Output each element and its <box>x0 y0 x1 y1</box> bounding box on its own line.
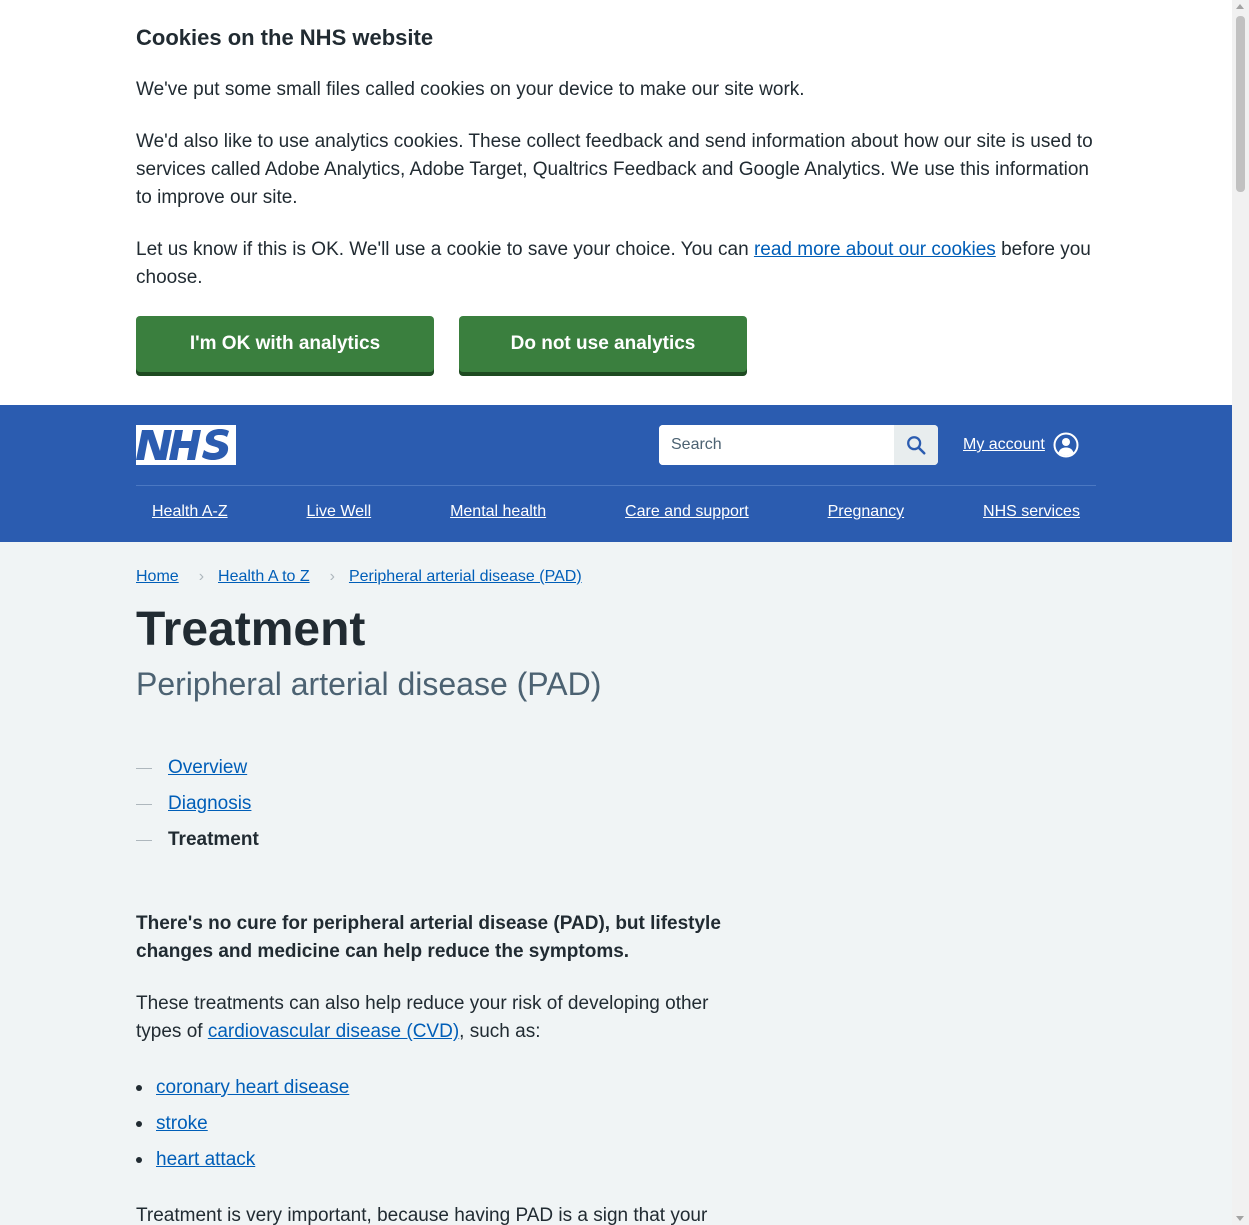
nav-mental-health[interactable]: Mental health <box>450 503 546 521</box>
importance-paragraph: Treatment is very important, because hav… <box>136 1205 708 1225</box>
cvd-list: coronary heart disease stroke heart atta… <box>136 1070 1232 1178</box>
stroke-link[interactable]: stroke <box>156 1113 208 1135</box>
cookie-banner: Cookies on the NHS website We've put som… <box>0 0 1232 410</box>
cvd-link[interactable]: cardiovascular disease (CVD) <box>208 1021 459 1042</box>
chevron-right-icon: › <box>198 568 205 585</box>
search-input[interactable] <box>659 425 894 465</box>
treatments-paragraph: These treatments can also help reduce yo… <box>136 993 709 1042</box>
nav-live-well[interactable]: Live Well <box>307 503 372 521</box>
nhs-logo-icon <box>136 425 236 465</box>
my-account-link[interactable]: My account <box>963 432 1079 458</box>
site-header: My account Health A-Z Live Well Mental h… <box>0 405 1232 542</box>
nav-pregnancy[interactable]: Pregnancy <box>828 503 905 521</box>
bullet-icon <box>136 1085 142 1091</box>
accept-analytics-cookies-button[interactable]: I'm OK with analytics cookies <box>136 316 434 410</box>
heart-attack-link[interactable]: heart attack <box>156 1149 255 1171</box>
cookie-buttons: I'm OK with analytics cookies Do not use… <box>136 316 1232 410</box>
page-title: Treatment <box>136 603 366 656</box>
contents-item: Diagnosis <box>136 786 1232 822</box>
cookie-banner-text-2: We'd also like to use analytics cookies.… <box>136 131 1093 208</box>
breadcrumb: Home › Health A to Z › Peripheral arteri… <box>136 566 1232 588</box>
breadcrumb-health-a-to-z[interactable]: Health A to Z <box>218 568 310 586</box>
nav-care-and-support[interactable]: Care and support <box>625 503 749 521</box>
chevron-right-icon: › <box>329 568 335 585</box>
lead-paragraph: There's no cure for peripheral arterial … <box>136 913 721 962</box>
scroll-up-icon[interactable] <box>1236 4 1244 9</box>
main-content: Home › Health A to Z › Peripheral arteri… <box>0 542 1232 1225</box>
nav-nhs-services[interactable]: NHS services <box>983 503 1080 521</box>
search-button[interactable] <box>894 425 938 465</box>
bullet-icon <box>136 1157 142 1163</box>
contents-list: Overview Diagnosis Treatment <box>136 750 1232 858</box>
dash-icon <box>136 839 152 841</box>
cookie-banner-text-3: Let us know if this is OK. We'll use a c… <box>136 239 1091 288</box>
list-item: stroke <box>136 1106 1232 1142</box>
cookie-banner-title: Cookies on the NHS website <box>136 25 434 50</box>
scrollbar-thumb[interactable] <box>1236 16 1245 192</box>
page-caption: Peripheral arterial disease (PAD) <box>136 666 602 702</box>
list-item: heart attack <box>136 1142 1232 1178</box>
reject-analytics-cookies-button[interactable]: Do not use analytics cookies <box>459 316 747 410</box>
contents-link-overview[interactable]: Overview <box>168 757 247 779</box>
nav-health-a-z[interactable]: Health A-Z <box>152 503 228 521</box>
contents-link-diagnosis[interactable]: Diagnosis <box>168 793 251 815</box>
scroll-down-icon[interactable] <box>1236 1216 1244 1221</box>
read-more-cookies-link[interactable]: read more about our cookies <box>754 239 996 260</box>
page: Cookies on the NHS website We've put som… <box>0 0 1232 1225</box>
scrollbar[interactable] <box>1232 0 1249 1225</box>
breadcrumb-pad[interactable]: Peripheral arterial disease (PAD) <box>349 568 582 586</box>
search-icon <box>907 436 926 455</box>
cookie-banner-text-1: We've put some small files called cookie… <box>136 79 805 100</box>
contents-item: Overview <box>136 750 1232 786</box>
coronary-heart-disease-link[interactable]: coronary heart disease <box>156 1077 349 1099</box>
my-account-label: My account <box>963 436 1045 453</box>
main-navigation: Health A-Z Live Well Mental health Care … <box>136 503 1096 521</box>
list-item: coronary heart disease <box>136 1070 1232 1106</box>
contents-current-treatment: Treatment <box>168 829 259 850</box>
breadcrumb-home[interactable]: Home <box>136 568 179 586</box>
user-icon <box>1053 432 1079 458</box>
dash-icon <box>136 803 152 805</box>
nhs-logo[interactable] <box>136 425 236 465</box>
search-box <box>659 425 938 465</box>
bullet-icon <box>136 1121 142 1127</box>
header-divider <box>136 485 1096 486</box>
dash-icon <box>136 767 152 769</box>
contents-item-current: Treatment <box>136 822 1232 858</box>
